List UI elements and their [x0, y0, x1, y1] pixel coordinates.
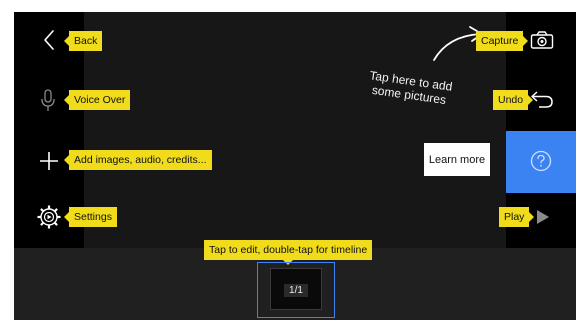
app-window: Tap here to add some pictures Learn more…: [14, 12, 576, 320]
play-tooltip: Play: [499, 207, 535, 227]
settings-tooltip: Settings: [64, 207, 117, 227]
plus-icon[interactable]: [38, 150, 60, 172]
timeline-tooltip: Tap to edit, double-tap for timeline: [204, 240, 373, 265]
learn-more-button[interactable]: Learn more: [424, 143, 490, 176]
clip-counter: 1/1: [284, 284, 308, 297]
question-circle-icon: [530, 150, 552, 175]
camera-icon[interactable]: [530, 30, 554, 50]
chevron-left-icon[interactable]: [42, 29, 56, 51]
undo-tooltip: Undo: [493, 90, 534, 110]
help-button[interactable]: [506, 131, 576, 193]
back-tooltip: Back: [63, 31, 103, 51]
play-triangle-icon[interactable]: [536, 209, 550, 225]
voice-over-tooltip: Voice Over: [63, 90, 131, 110]
capture-tooltip: Capture: [476, 31, 529, 51]
gear-play-icon[interactable]: [36, 204, 62, 230]
microphone-icon[interactable]: [40, 88, 56, 112]
add-media-tooltip: Add images, audio, credits...: [64, 150, 212, 170]
